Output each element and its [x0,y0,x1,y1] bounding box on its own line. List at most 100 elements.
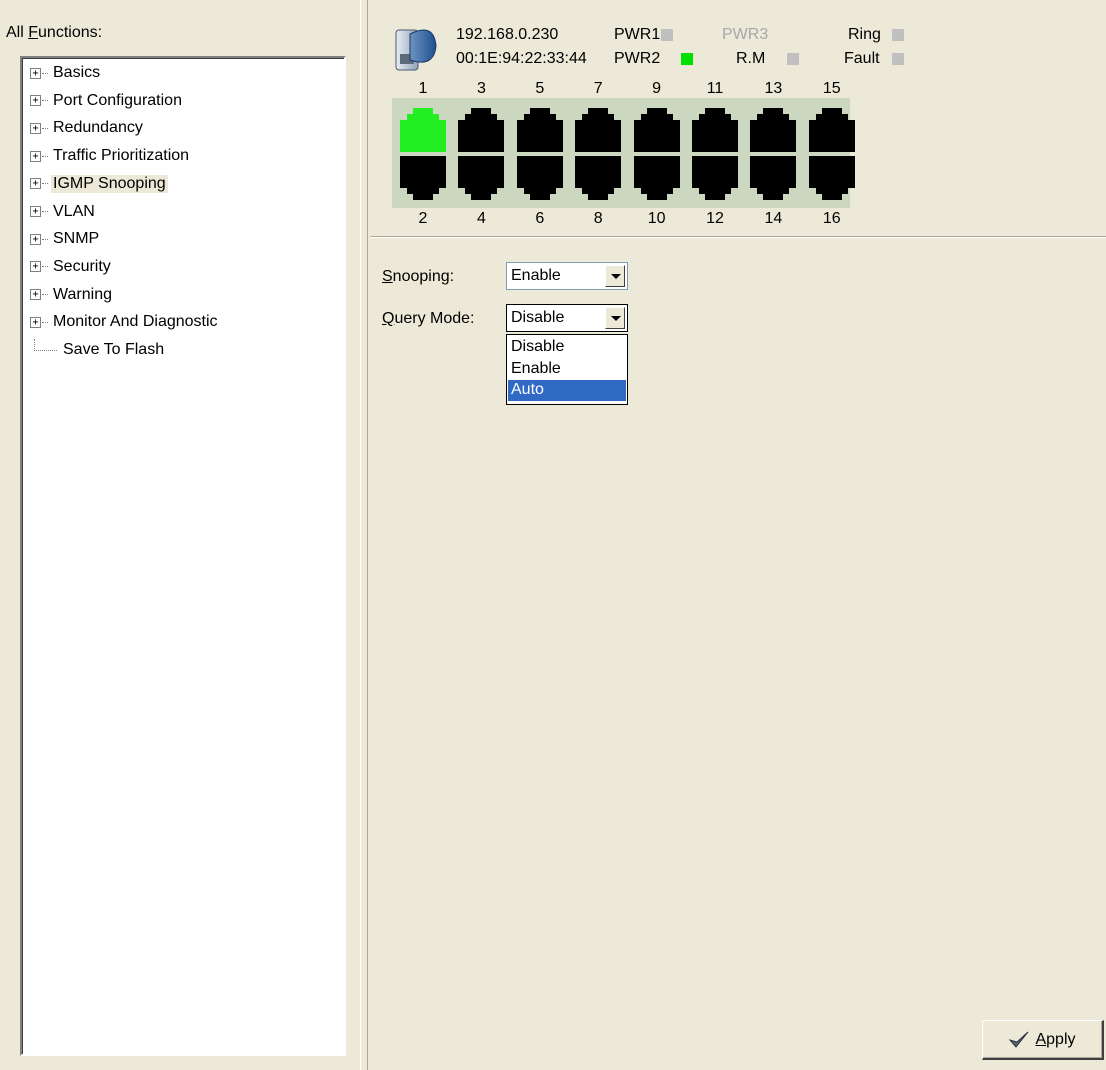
port-4[interactable] [458,156,505,202]
query-mode-dropdown-list[interactable]: Disable Enable Auto [506,334,628,405]
apply-label: Apply [1035,1030,1076,1048]
all-functions-label: All Functions: [6,24,103,41]
tree-item-label: Port Configuration [53,91,182,109]
chevron-down-icon[interactable] [605,307,625,329]
port-number-label: 13 [764,80,783,97]
expand-icon[interactable]: + [30,316,48,328]
expand-icon[interactable]: + [30,178,48,190]
port-panel [392,98,855,208]
port-9[interactable] [633,106,680,152]
tree-item-snmp[interactable]: + SNMP [30,228,101,250]
port-13[interactable] [750,106,797,152]
port-number-label: 11 [706,80,724,97]
apply-button[interactable]: Apply [982,1020,1104,1060]
rm-label: R.M [736,50,766,67]
port-11[interactable] [692,106,738,152]
expand-icon[interactable]: + [30,122,48,134]
tree-item-security[interactable]: + Security [30,256,113,278]
port-number-label: 1 [418,80,428,97]
port-7[interactable] [575,106,622,152]
tree-item-igmp-snooping[interactable]: + IGMP Snooping [30,173,168,195]
query-mode-value: Disable [511,309,565,326]
pane-splitter[interactable] [360,0,368,1070]
expand-icon[interactable]: + [30,67,48,79]
tree-item-label: Redundancy [53,119,143,137]
pwr1-indicator [661,29,673,41]
query-mode-option-disable[interactable]: Disable [508,337,626,358]
port-15[interactable] [808,106,855,152]
tree-item-label: Traffic Prioritization [53,147,190,165]
port-10[interactable] [633,156,680,202]
tree-item-label: Warning [53,285,112,303]
tree-item-warning[interactable]: + Warning [30,284,114,306]
device-mac: 00:1E:94:22:33:44 [456,50,587,67]
tree-item-save-to-flash[interactable]: Save To Flash [30,338,166,361]
ring-label: Ring [848,26,881,43]
port-number-label: 2 [418,210,428,227]
tree-item-basics[interactable]: + Basics [30,62,102,84]
port-number-label: 15 [822,80,841,97]
expand-icon[interactable]: + [30,95,48,107]
tree-item-monitor-and-diagnostic[interactable]: + Monitor And Diagnostic [30,311,220,333]
tree-item-traffic-prioritization[interactable]: + Traffic Prioritization [30,145,191,167]
port-number-label: 16 [822,210,841,227]
tree-item-label: SNMP [53,230,100,248]
query-mode-select[interactable]: Disable [506,304,628,332]
tree-item-label: Save To Flash [63,341,165,358]
checkmark-icon [1009,1031,1029,1048]
tree-item-label: Security [53,257,111,275]
port-number-label: 12 [706,210,724,227]
port-1[interactable] [400,106,446,152]
port-number-label: 10 [647,210,666,227]
port-number-label: 7 [593,80,603,97]
fault-label: Fault [844,50,880,67]
tree-item-label: Basics [53,64,101,81]
snooping-select[interactable]: Enable [506,262,628,290]
ring-indicator [892,29,904,41]
tree-item-vlan[interactable]: + VLAN [30,201,97,223]
expand-icon[interactable]: + [30,206,48,217]
tree-item-port-configuration[interactable]: + Port Configuration [30,90,184,112]
tree-item-label: VLAN [53,202,95,220]
tree-connector-line [34,338,57,351]
function-tree[interactable]: + Basics + Port Configuration + Redundancy + Tr… [20,56,346,1056]
panel-divider [370,236,1106,238]
port-8[interactable] [575,156,622,202]
fault-indicator [892,53,904,65]
expand-icon[interactable]: + [30,289,48,301]
expand-icon[interactable]: + [30,261,48,273]
port-16[interactable] [808,156,855,202]
device-status-panel: 192.168.0.230 00:1E:94:22:33:44 PWR1 PWR… [370,0,1106,236]
query-mode-label: Query Mode: [382,310,475,327]
snooping-label: Snooping: [382,268,455,285]
port-number-label: 8 [593,210,603,227]
port-number-label: 3 [476,80,486,97]
tree-item-redundancy[interactable]: + Redundancy [30,117,145,139]
port-number-label: 4 [476,210,486,227]
device-ip: 192.168.0.230 [456,26,559,43]
pwr2-label: PWR2 [614,50,661,67]
rm-indicator [787,53,799,65]
pwr3-label: PWR3 [722,26,769,43]
port-5[interactable] [516,106,563,152]
left-pane: All Functions: + Basics + Port Configuratio… [0,0,360,1070]
pwr2-indicator [681,53,693,65]
port-12[interactable] [692,156,738,202]
snooping-value: Enable [511,267,561,284]
chevron-down-icon[interactable] [605,265,625,287]
query-mode-option-auto[interactable]: Auto [508,380,626,401]
expand-icon[interactable]: + [30,233,48,245]
port-number-label: 14 [764,210,783,227]
port-14[interactable] [750,156,797,202]
query-mode-option-enable[interactable]: Enable [508,359,626,380]
switch-device-icon [395,29,437,71]
tree-item-label: IGMP Snooping [51,174,168,193]
port-3[interactable] [458,106,505,152]
port-number-label: 9 [652,80,662,97]
port-6[interactable] [516,156,563,202]
pwr1-label: PWR1 [614,26,661,43]
port-number-label: 5 [535,80,545,97]
expand-icon[interactable]: + [30,150,48,162]
port-number-label: 6 [535,210,545,227]
port-2[interactable] [400,156,446,202]
